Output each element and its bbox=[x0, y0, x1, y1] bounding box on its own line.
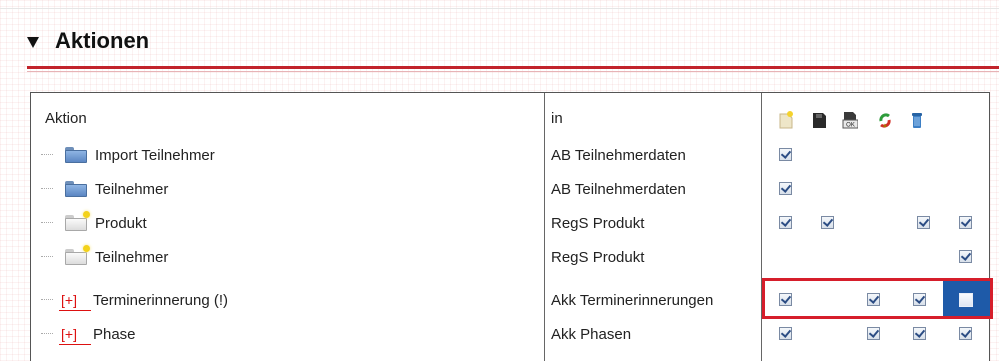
table-header-row: Aktion in OK ▲ bbox=[31, 101, 989, 135]
checkbox-new[interactable] bbox=[779, 148, 792, 161]
action-label: Teilnehmer bbox=[95, 180, 169, 198]
action-label: Import Teilnehmer bbox=[95, 146, 215, 164]
checkbox-new[interactable] bbox=[779, 327, 792, 340]
table-row[interactable]: Produkt RegS Produkt bbox=[31, 206, 989, 240]
checkbox-save-ok[interactable] bbox=[867, 327, 880, 340]
top-divider bbox=[0, 8, 999, 9]
action-context: Akk Terminerinnerungen bbox=[551, 291, 714, 309]
action-label: Produkt bbox=[95, 214, 147, 232]
checkbox-refresh[interactable] bbox=[917, 216, 930, 229]
column-header-in[interactable]: in bbox=[551, 101, 563, 135]
tree-connector bbox=[41, 256, 53, 257]
annotation-highlight-box bbox=[762, 278, 993, 319]
action-context: AB Teilnehmerdaten bbox=[551, 180, 686, 198]
tree-connector bbox=[41, 188, 53, 189]
action-context: RegS Produkt bbox=[551, 248, 645, 266]
action-context: RegS Produkt bbox=[551, 214, 645, 232]
new-folder-icon bbox=[65, 245, 90, 265]
delete-icon[interactable] bbox=[909, 111, 925, 129]
checkbox-delete[interactable] bbox=[959, 216, 972, 229]
tree-connector bbox=[41, 154, 53, 155]
action-context: Akk Phasen bbox=[551, 325, 632, 343]
tree-connector bbox=[41, 333, 53, 334]
section-header-aktionen[interactable]: Aktionen bbox=[27, 28, 149, 54]
tree-connector bbox=[41, 222, 53, 223]
save-icon[interactable] bbox=[811, 111, 827, 129]
checkbox-new[interactable] bbox=[779, 216, 792, 229]
checkbox-delete[interactable] bbox=[959, 327, 972, 340]
section-title: Aktionen bbox=[55, 28, 150, 53]
table-row[interactable]: Teilnehmer RegS Produkt bbox=[31, 240, 989, 274]
action-context: AB Teilnehmerdaten bbox=[551, 146, 686, 164]
svg-text:▲: ▲ bbox=[882, 123, 888, 129]
table-row[interactable]: Teilnehmer AB Teilnehmerdaten bbox=[31, 172, 989, 206]
column-header-aktion[interactable]: Aktion bbox=[45, 101, 87, 135]
expand-toggle[interactable]: [+] bbox=[59, 292, 91, 311]
tree-connector bbox=[41, 299, 53, 300]
collapse-triangle-icon[interactable] bbox=[27, 36, 39, 48]
folder-icon bbox=[65, 181, 87, 197]
expand-toggle[interactable]: [+] bbox=[59, 326, 91, 345]
section-divider-shadow bbox=[27, 71, 999, 72]
checkbox-delete[interactable] bbox=[959, 250, 972, 263]
checkbox-new[interactable] bbox=[779, 182, 792, 195]
table-row[interactable]: Import Teilnehmer AB Teilnehmerdaten bbox=[31, 138, 989, 172]
action-label: Phase bbox=[92, 325, 136, 343]
new-document-icon[interactable] bbox=[778, 111, 794, 129]
refresh-icon[interactable]: ▲ bbox=[877, 111, 893, 129]
svg-text:OK: OK bbox=[846, 123, 855, 129]
section-divider bbox=[27, 66, 999, 69]
new-folder-icon bbox=[65, 211, 90, 231]
checkbox-refresh[interactable] bbox=[913, 327, 926, 340]
folder-icon bbox=[65, 147, 87, 163]
table-row[interactable]: [+] Phase Akk Phasen bbox=[31, 317, 989, 351]
checkbox-save[interactable] bbox=[821, 216, 834, 229]
action-label: Terminerinnerung (!) bbox=[92, 291, 229, 309]
save-ok-icon[interactable]: OK bbox=[842, 111, 858, 129]
actions-table: Aktion in OK ▲ Import Teilnehmer AB Teil… bbox=[30, 92, 990, 361]
action-label: Teilnehmer bbox=[95, 248, 169, 266]
